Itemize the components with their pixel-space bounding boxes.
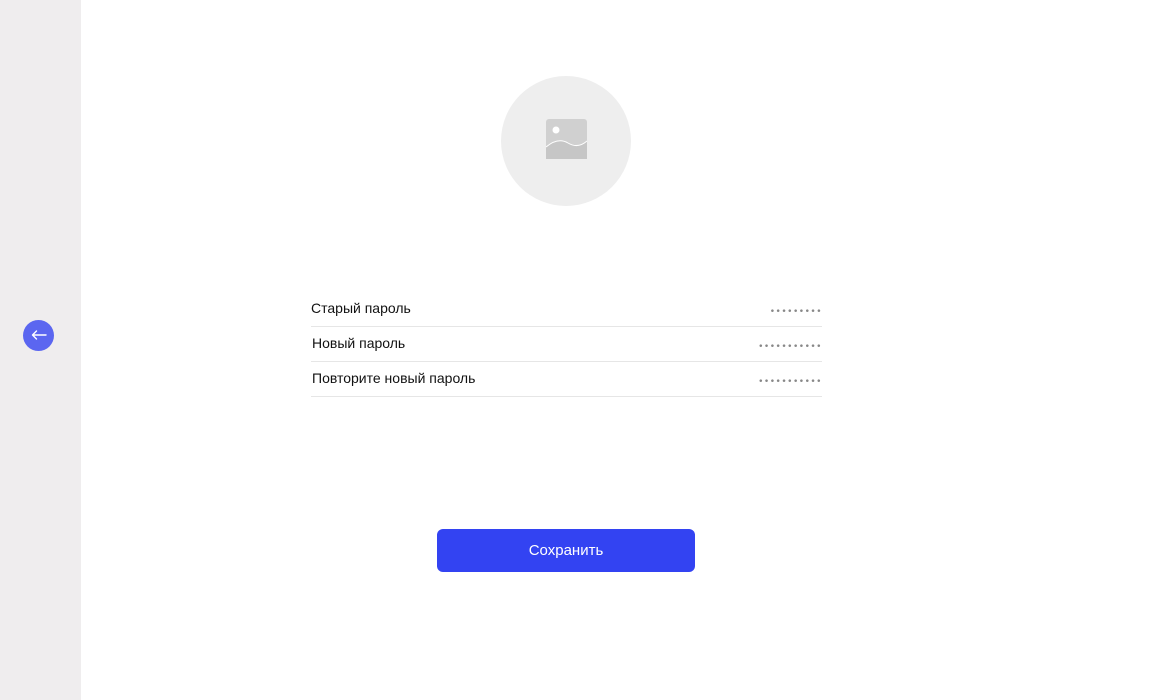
save-button[interactable]: Сохранить (437, 529, 695, 572)
new-password-label: Новый пароль (312, 335, 406, 351)
image-placeholder-icon (545, 118, 587, 164)
password-form: Старый пароль Новый пароль Повторите нов… (311, 290, 822, 397)
back-button[interactable] (23, 320, 54, 351)
old-password-row: Старый пароль (311, 290, 822, 327)
new-password-field[interactable] (622, 342, 822, 352)
arrow-left-icon (31, 327, 47, 345)
old-password-label: Старый пароль (311, 300, 411, 316)
repeat-password-field[interactable] (622, 377, 822, 387)
repeat-password-label: Повторите новый пароль (312, 370, 476, 386)
avatar[interactable] (501, 76, 631, 206)
repeat-password-row: Повторите новый пароль (311, 362, 822, 397)
sidebar (0, 0, 81, 700)
new-password-row: Новый пароль (311, 327, 822, 362)
old-password-field[interactable] (622, 307, 822, 317)
main-content: Старый пароль Новый пароль Повторите нов… (81, 0, 1152, 700)
